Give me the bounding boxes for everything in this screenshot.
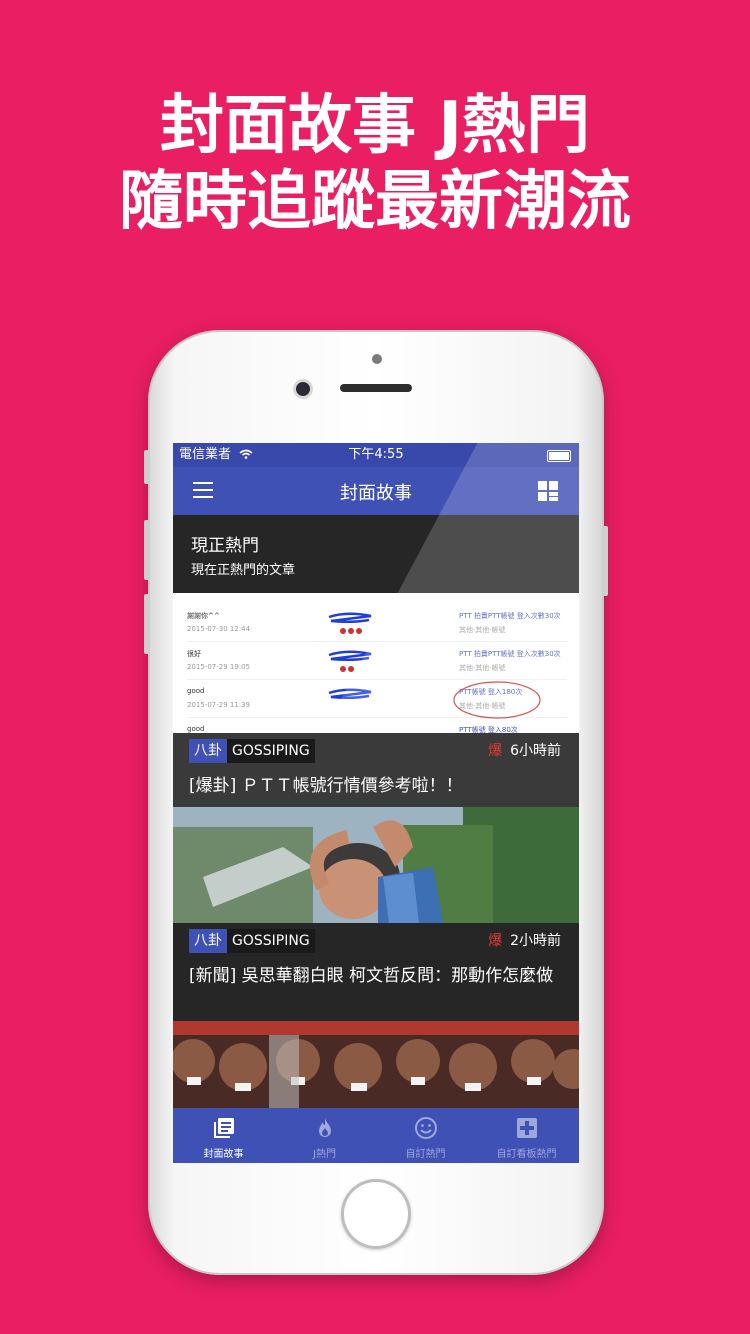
news-icon: [214, 1118, 234, 1138]
preview-name: good: [187, 725, 205, 733]
preview-link: PTT帳號 登入80次: [459, 726, 518, 733]
tab-custom-hot[interactable]: 自訂熱門: [375, 1108, 476, 1163]
card-header: 八卦 GOSSIPING 爆 6小時前 [爆卦] ＰＴＴ帳號行情價參考啦！！: [173, 733, 579, 807]
preview-row: good PTT帳號 登入80次: [187, 717, 567, 733]
hot-icon: 爆: [488, 743, 503, 759]
nav-bar: 封面故事: [173, 467, 579, 515]
power-button: [602, 526, 608, 596]
volume-up-button: [144, 520, 150, 580]
promo-headline: 封面故事 J熱門 隨時追蹤最新潮流: [0, 88, 750, 240]
tab-bar: 封面故事 J熱門 自訂熱門 自訂看板熱門: [173, 1108, 579, 1163]
tab-label: 自訂熱門: [405, 1149, 446, 1160]
flame-icon: [319, 1118, 331, 1137]
preview-name: 很好: [187, 650, 201, 658]
preview-date: 2015-07-29 11:39: [187, 701, 251, 709]
volume-down-button: [144, 594, 150, 654]
board-tag-en: GOSSIPING: [227, 739, 315, 763]
mute-switch: [144, 450, 150, 484]
app-screen: 電信業者 下午4:55 封面故事 現正熱門 現在正熱門的文章 謝謝你^^ 201…: [173, 443, 579, 1163]
grid-layout-icon[interactable]: [537, 480, 559, 502]
front-camera: [296, 382, 310, 396]
home-button[interactable]: [341, 1179, 411, 1249]
redaction-scribble: [328, 612, 372, 634]
story-photo: [173, 807, 579, 923]
battery-icon: [547, 450, 571, 462]
preview-date: 2015-07-30 12:44: [187, 625, 251, 633]
story-card[interactable]: 八卦 GOSSIPING 爆 6小時前 [爆卦] ＰＴＴ帳號行情價參考啦！！: [173, 733, 579, 923]
circle-annotation: [453, 681, 541, 719]
preview-name: good: [187, 687, 205, 695]
headline-line2: 隨時追蹤最新潮流: [119, 165, 631, 239]
screenshot-preview: 謝謝你^^ 2015-07-30 12:44 PTT 拍賣PTT帳號 登入次數3…: [173, 593, 579, 733]
earpiece-speaker: [340, 384, 412, 392]
smiley-icon: [415, 1117, 437, 1139]
time-label: 6小時前: [510, 743, 561, 759]
preview-row: good 2015-07-29 11:39 PTT帳號 登入180次 其他·其他…: [187, 679, 567, 719]
status-time: 下午4:55: [348, 447, 404, 462]
preview-row: 謝謝你^^ 2015-07-30 12:44 PTT 拍賣PTT帳號 登入次數3…: [187, 603, 567, 642]
preview-name: 謝謝你^^: [187, 612, 220, 620]
card-header: 八卦 GOSSIPING 爆 2小時前 [新聞] 吳思華翻白眼 柯文哲反問：那動作怎…: [173, 923, 579, 1021]
nav-title: 封面故事: [340, 483, 412, 504]
preview-link: PTT 拍賣PTT帳號 登入次數30次: [459, 650, 561, 658]
preview-row: 很好 2015-07-29 19:05 PTT 拍賣PTT帳號 登入次數30次 …: [187, 641, 567, 680]
board-tag-cn: 八卦: [189, 739, 227, 763]
proximity-sensor: [372, 354, 382, 364]
section-title: 現正熱門: [191, 536, 259, 556]
story-photo: [173, 1021, 579, 1108]
story-title[interactable]: [新聞] 吳思華翻白眼 柯文哲反問：那動作怎麼做: [189, 965, 569, 987]
preview-meta: 其他·其他·帳號: [459, 664, 506, 672]
status-bar: 電信業者 下午4:55: [173, 443, 579, 467]
board-tag-en: GOSSIPING: [227, 929, 315, 953]
post-time: 爆 2小時前: [488, 929, 561, 953]
post-time: 爆 6小時前: [488, 739, 561, 763]
preview-date: 2015-07-29 19:05: [187, 663, 251, 671]
phone-frame: 電信業者 下午4:55 封面故事 現正熱門 現在正熱門的文章 謝謝你^^ 201…: [144, 330, 608, 1275]
time-label: 2小時前: [510, 933, 561, 949]
headline-line1: 封面故事 J熱門: [159, 89, 591, 163]
board-add-icon: [517, 1118, 537, 1138]
redaction-scribble: [328, 650, 372, 672]
board-tag[interactable]: 八卦 GOSSIPING: [189, 929, 315, 953]
tab-j-hot[interactable]: J熱門: [274, 1108, 375, 1163]
section-subtitle: 現在正熱門的文章: [191, 563, 296, 578]
board-tag[interactable]: 八卦 GOSSIPING: [189, 739, 315, 763]
redaction-scribble: [328, 688, 372, 700]
tab-label: 自訂看板熱門: [496, 1149, 557, 1160]
tab-custom-board-hot[interactable]: 自訂看板熱門: [476, 1108, 577, 1163]
story-card[interactable]: 八卦 GOSSIPING 爆 2小時前 [新聞] 吳思華翻白眼 柯文哲反問：那動作怎…: [173, 923, 579, 1108]
trending-section-header[interactable]: 現正熱門 現在正熱門的文章: [173, 515, 579, 593]
tab-label: 封面故事: [203, 1149, 244, 1160]
preview-meta: 其他·其他·帳號: [459, 626, 506, 634]
preview-link: PTT 拍賣PTT帳號 登入次數30次: [459, 612, 561, 620]
tab-cover-story[interactable]: 封面故事: [173, 1108, 274, 1163]
hot-icon: 爆: [488, 933, 503, 949]
tab-label: J熱門: [313, 1149, 336, 1160]
board-tag-cn: 八卦: [189, 929, 227, 953]
story-title[interactable]: [爆卦] ＰＴＴ帳號行情價參考啦！！: [189, 775, 569, 797]
